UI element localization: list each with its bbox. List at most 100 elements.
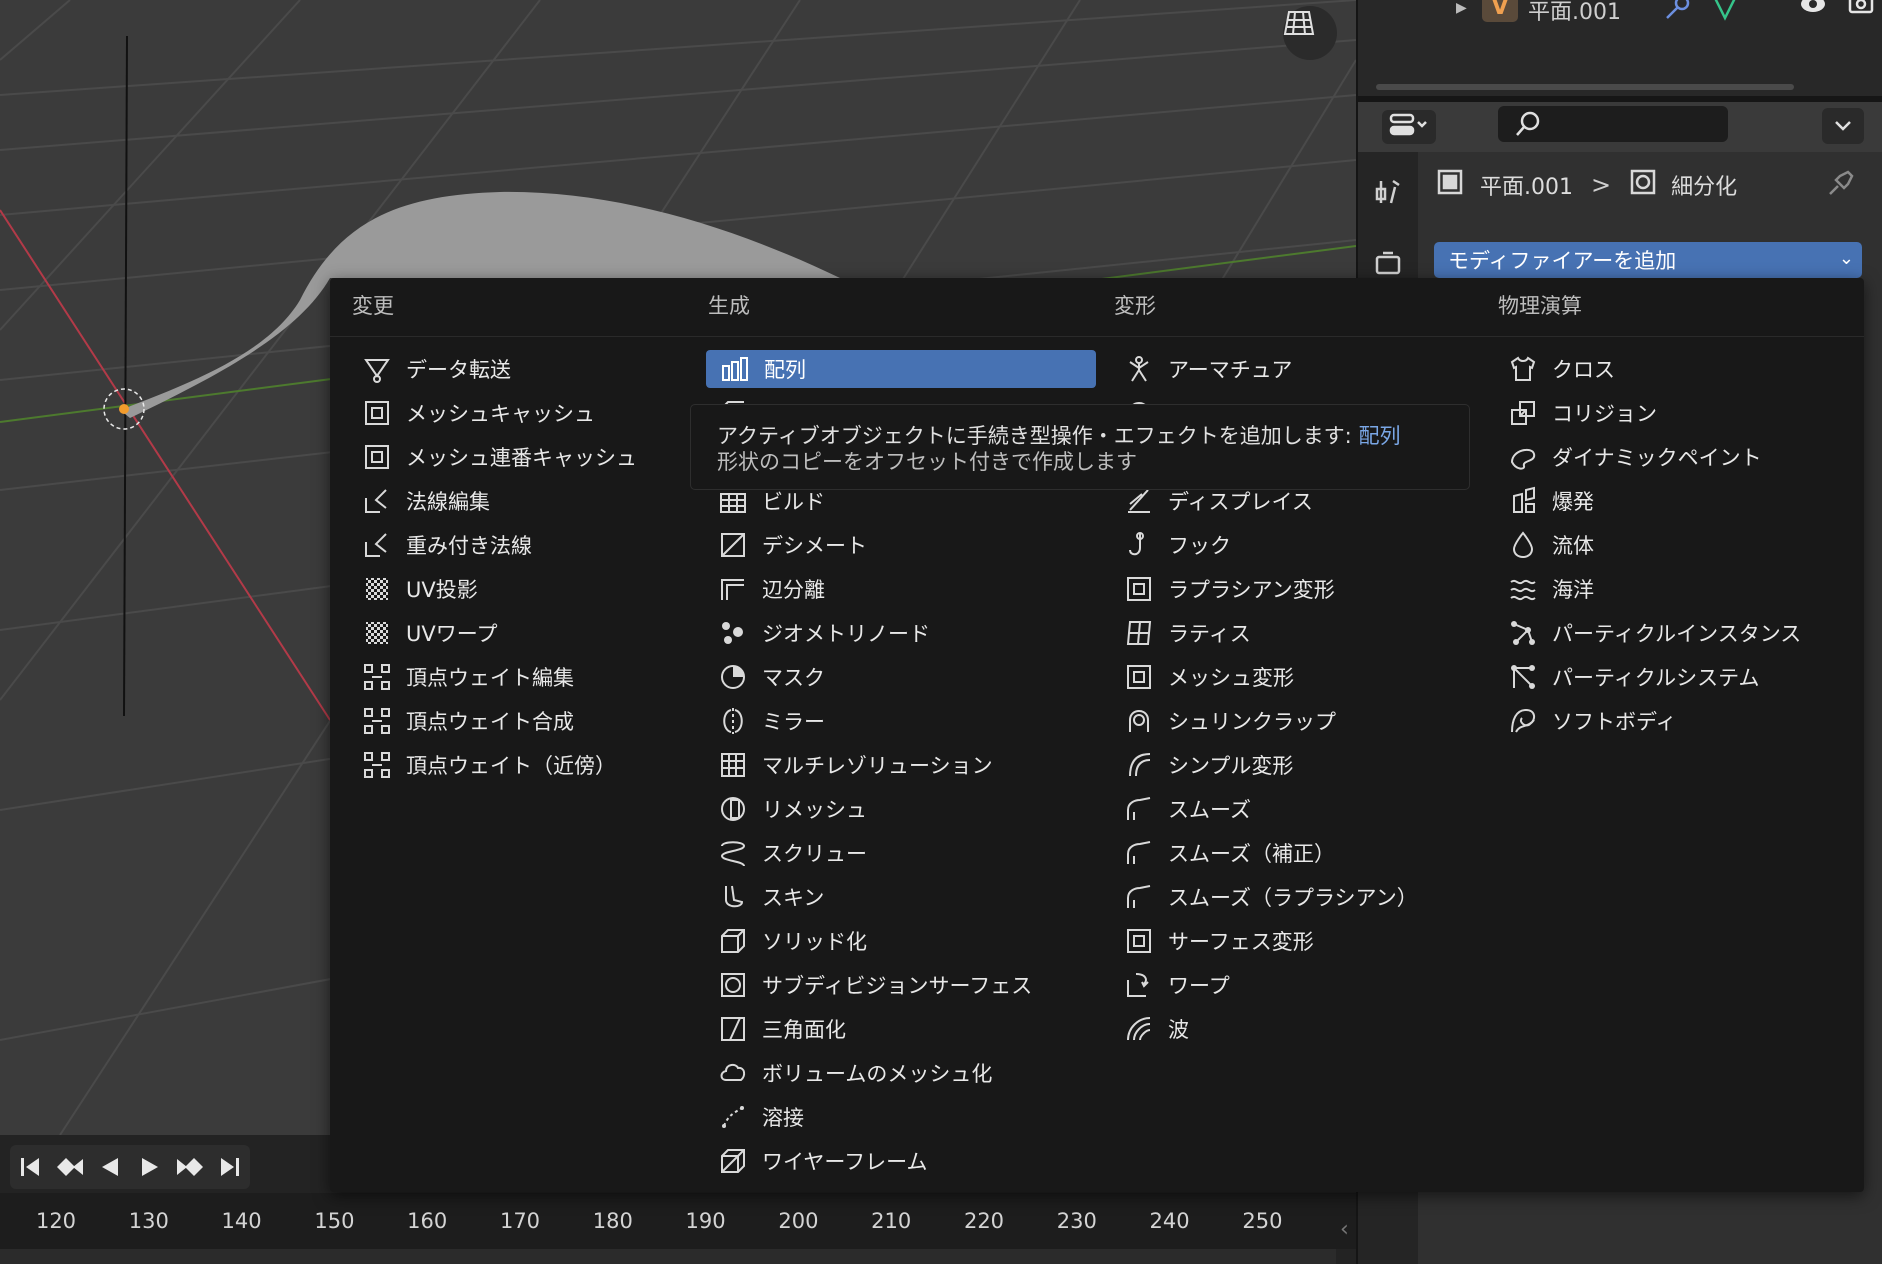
outliner-row[interactable]: ▶ V 平面.001 <box>1358 0 1882 26</box>
chevron-down-icon <box>1834 117 1852 136</box>
editor-type-button[interactable] <box>1382 110 1436 144</box>
menu-item-skin[interactable]: スキン <box>706 878 1096 916</box>
menu-item-collision[interactable]: コリジョン <box>1496 394 1836 432</box>
frame-tick-label: 130 <box>128 1209 169 1233</box>
frame-tick-label: 210 <box>871 1209 912 1233</box>
menu-item-edge-split[interactable]: 辺分離 <box>706 570 1096 608</box>
lattice-icon <box>1124 618 1154 648</box>
menu-item-wave[interactable]: 波 <box>1112 1010 1442 1048</box>
breadcrumb-object: 平面.001 <box>1480 175 1573 200</box>
mirror-icon <box>718 706 748 736</box>
menu-item-uv-project[interactable]: UV投影 <box>350 570 660 608</box>
menu-item-particle-instance[interactable]: パーティクルインスタンス <box>1496 614 1836 652</box>
menu-item-label: アーマチュア <box>1168 358 1293 382</box>
play-icon[interactable] <box>130 1145 170 1189</box>
menu-item-label: スムーズ（補正） <box>1168 842 1335 866</box>
menu-item-mirror[interactable]: ミラー <box>706 702 1096 740</box>
menu-item-armature[interactable]: アーマチュア <box>1112 350 1442 388</box>
menu-item-simple-deform[interactable]: シンプル変形 <box>1112 746 1442 784</box>
menu-item-mask[interactable]: マスク <box>706 658 1096 696</box>
menu-item-label: 頂点ウェイト編集 <box>406 666 574 690</box>
menu-item-normal-edit[interactable]: 法線編集 <box>350 482 660 520</box>
menu-item-wireframe[interactable]: ワイヤーフレーム <box>706 1142 1096 1180</box>
menu-item-triangulate[interactable]: 三角面化 <box>706 1010 1096 1048</box>
pin-icon[interactable] <box>1826 168 1856 202</box>
menu-item-label: ジオメトリノード <box>762 622 930 646</box>
outliner-scrollbar[interactable] <box>1376 84 1794 90</box>
object-icon <box>1436 168 1464 202</box>
menu-item-decimate[interactable]: デシメート <box>706 526 1096 564</box>
menu-item-cloth[interactable]: クロス <box>1496 350 1836 388</box>
menu-item-vertex-weight-mix[interactable]: 頂点ウェイト合成 <box>350 702 660 740</box>
menu-item-data-transfer[interactable]: データ転送 <box>350 350 660 388</box>
menu-item-lattice[interactable]: ラティス <box>1112 614 1442 652</box>
menu-item-smooth-corrective[interactable]: スムーズ（補正） <box>1112 834 1442 872</box>
menu-item-array[interactable]: 配列 <box>706 350 1096 388</box>
normal-edit-icon <box>362 486 392 516</box>
menu-item-smooth[interactable]: スムーズ <box>1112 790 1442 828</box>
tab-tool[interactable] <box>1366 172 1410 216</box>
volume-to-mesh-icon <box>718 1058 748 1088</box>
frame-ruler[interactable]: 120 130 140 150 160 170 180 190 200 210 220 230 240 2… <box>0 1193 1356 1249</box>
menu-item-solidify[interactable]: ソリッド化 <box>706 922 1096 960</box>
armature-icon <box>1124 354 1154 384</box>
options-dropdown[interactable] <box>1822 108 1864 144</box>
menu-item-weighted-normal[interactable]: 重み付き法線 <box>350 526 660 564</box>
menu-item-label: パーティクルシステム <box>1552 666 1760 690</box>
menu-item-mesh-deform[interactable]: メッシュ変形 <box>1112 658 1442 696</box>
eye-icon[interactable] <box>1799 0 1827 26</box>
weld-icon <box>718 1102 748 1132</box>
mask-icon <box>718 662 748 692</box>
menu-item-multires[interactable]: マルチレゾリューション <box>706 746 1096 784</box>
menu-item-mesh-sequence-cache[interactable]: メッシュ連番キャッシュ <box>350 438 660 476</box>
menu-item-warp[interactable]: ワープ <box>1112 966 1442 1004</box>
menu-item-mesh-cache[interactable]: メッシュキャッシュ <box>350 394 660 432</box>
cloth-icon <box>1508 354 1538 384</box>
menu-item-volume-to-mesh[interactable]: ボリュームのメッシュ化 <box>706 1054 1096 1092</box>
tooltip-description: アクティブオブジェクトに手続き型操作・エフェクトを追加します: <box>717 424 1352 448</box>
menu-item-surface-deform[interactable]: サーフェス変形 <box>1112 922 1442 960</box>
menu-item-vertex-weight-edit[interactable]: 頂点ウェイト編集 <box>350 658 660 696</box>
menu-item-label: 法線編集 <box>406 490 490 514</box>
menu-item-ocean[interactable]: 海洋 <box>1496 570 1836 608</box>
collapse-arrow-icon[interactable]: ‹ <box>1340 1217 1349 1242</box>
play-reverse-icon[interactable] <box>90 1145 130 1189</box>
vertex-group-icon[interactable] <box>1711 0 1739 26</box>
next-keyframe-icon[interactable] <box>170 1145 210 1189</box>
menu-item-uv-warp[interactable]: UVワープ <box>350 614 660 652</box>
wrench-icon[interactable] <box>1663 0 1691 26</box>
smooth-laplacian-icon <box>1124 882 1154 912</box>
menu-item-hook[interactable]: フック <box>1112 526 1442 564</box>
jump-end-icon[interactable] <box>210 1145 250 1189</box>
menu-item-soft-body[interactable]: ソフトボディ <box>1496 702 1836 740</box>
add-modifier-label: モディファイアーを追加 <box>1448 249 1677 273</box>
camera-render-icon[interactable] <box>1847 0 1875 26</box>
menu-item-remesh[interactable]: リメッシュ <box>706 790 1096 828</box>
jump-start-icon[interactable] <box>10 1145 50 1189</box>
menu-item-label: コリジョン <box>1552 402 1657 426</box>
menu-item-fluid[interactable]: 流体 <box>1496 526 1836 564</box>
object-name[interactable]: 平面.001 <box>1528 0 1621 26</box>
shrinkwrap-icon <box>1124 706 1154 736</box>
warp-icon <box>1124 970 1154 1000</box>
menu-item-label: データ転送 <box>406 358 511 382</box>
menu-item-explode[interactable]: 爆発 <box>1496 482 1836 520</box>
menu-item-laplacian-deform[interactable]: ラプラシアン変形 <box>1112 570 1442 608</box>
menu-item-particle-system[interactable]: パーティクルシステム <box>1496 658 1836 696</box>
menu-item-shrinkwrap[interactable]: シュリンクラップ <box>1112 702 1442 740</box>
menu-item-vertex-weight-proximity[interactable]: 頂点ウェイト（近傍） <box>350 746 660 784</box>
properties-search-input[interactable] <box>1498 106 1728 142</box>
grid-view-button[interactable] <box>1283 6 1337 60</box>
add-modifier-button[interactable]: モディファイアーを追加 ⌄ <box>1434 242 1862 278</box>
menu-item-dynamic-paint[interactable]: ダイナミックペイント <box>1496 438 1836 476</box>
menu-item-geometry-nodes[interactable]: ジオメトリノード <box>706 614 1096 652</box>
fluid-icon <box>1508 530 1538 560</box>
menu-item-smooth-laplacian[interactable]: スムーズ（ラプラシアン） <box>1112 878 1442 916</box>
menu-item-weld[interactable]: 溶接 <box>706 1098 1096 1136</box>
timeline-scrollbar[interactable] <box>0 1249 1336 1264</box>
menu-item-label: ワープ <box>1168 974 1230 998</box>
expand-triangle-icon[interactable]: ▶ <box>1456 0 1467 16</box>
prev-keyframe-icon[interactable] <box>50 1145 90 1189</box>
menu-item-screw[interactable]: スクリュー <box>706 834 1096 872</box>
menu-item-subsurf[interactable]: サブディビジョンサーフェス <box>706 966 1096 1004</box>
